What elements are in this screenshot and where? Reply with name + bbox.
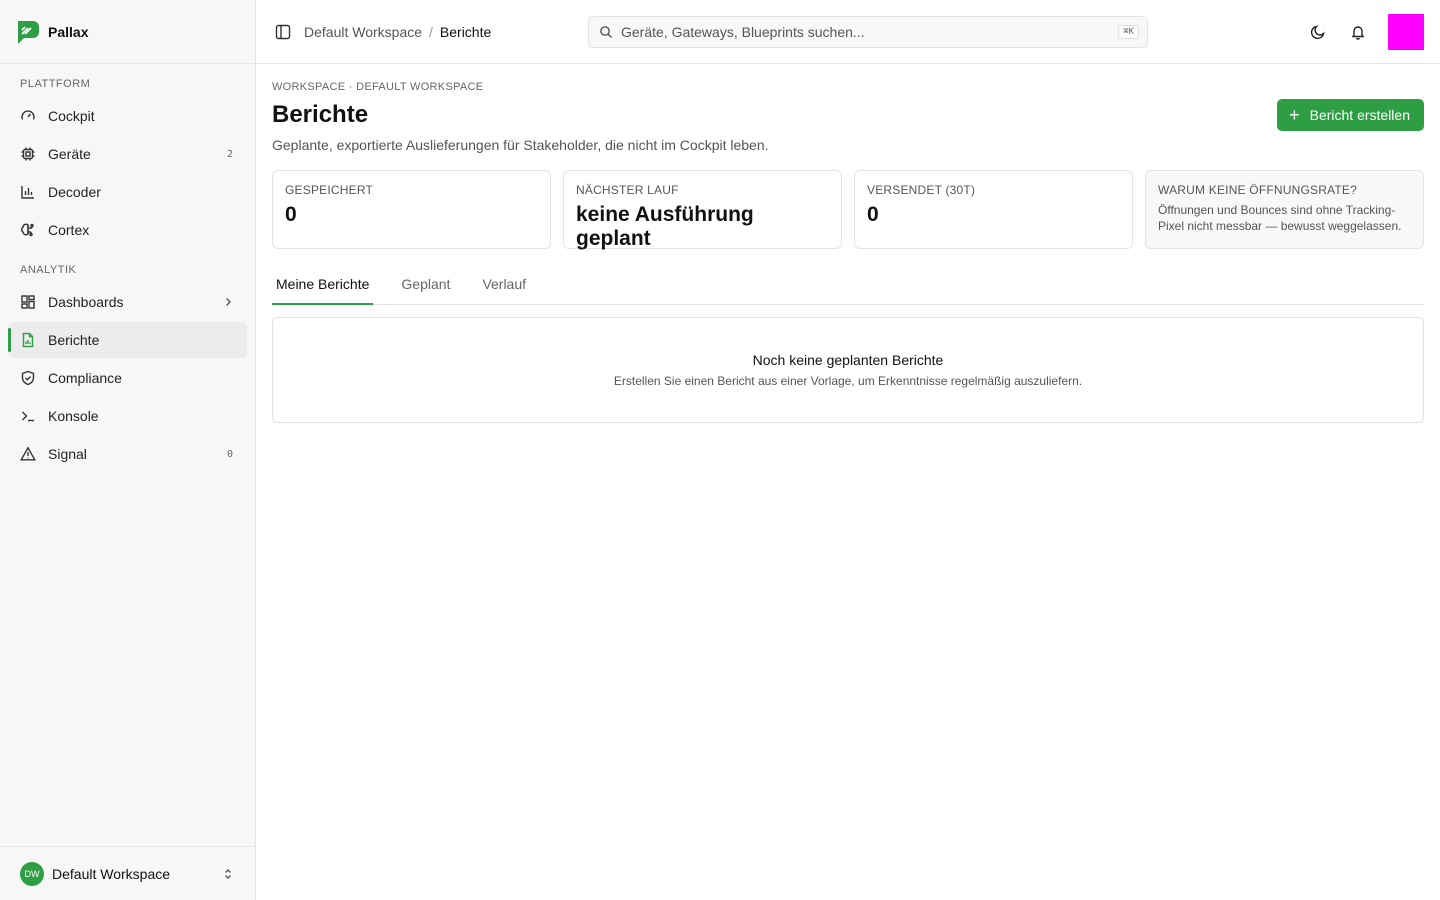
create-report-label: Bericht erstellen: [1309, 107, 1410, 123]
chip-icon: [20, 146, 36, 162]
sidebar-item-signal[interactable]: Signal 0: [8, 436, 247, 472]
breadcrumb-separator: /: [429, 23, 433, 40]
pallax-logo-icon: [14, 18, 40, 46]
sidebar-item-label: Dashboards: [48, 294, 124, 310]
theme-toggle-moon-icon[interactable]: [1302, 16, 1334, 48]
report-icon: [20, 332, 36, 348]
user-avatar[interactable]: [1388, 13, 1424, 50]
tab-verlauf[interactable]: Verlauf: [478, 270, 530, 305]
empty-state-text: Erstellen Sie einen Bericht aus einer Vo…: [613, 374, 1083, 388]
notifications-bell-icon[interactable]: [1342, 16, 1374, 48]
sidebar-item-decoder[interactable]: Decoder: [8, 174, 247, 210]
top-actions: [1294, 13, 1424, 50]
section-title: PLATTFORM: [20, 78, 91, 90]
app-name: Pallax: [48, 23, 89, 40]
page-eyebrow: WORKSPACE · DEFAULT WORKSPACE: [272, 81, 484, 93]
sidebar-item-label: Konsole: [48, 408, 99, 424]
search-input[interactable]: [621, 23, 1119, 40]
sidebar-item-dashboards[interactable]: Dashboards: [8, 284, 247, 320]
breadcrumb-current: Berichte: [439, 23, 492, 40]
nav-section-analytik: ANALYTIK Dashboards Berichte Compliance: [0, 250, 255, 472]
brain-icon: [20, 222, 36, 238]
tab-geplant[interactable]: Geplant: [397, 270, 454, 305]
sidebar-item-geraete[interactable]: Geräte 2: [8, 136, 247, 172]
stat-value: keine Ausführung geplant: [576, 203, 754, 250]
sidebar: Pallax PLATTFORM Cockpit Geräte 2 Decode…: [0, 0, 256, 900]
search-box[interactable]: ⌘K: [588, 15, 1148, 48]
sidebar-item-label: Berichte: [48, 332, 100, 348]
sidebar-item-compliance[interactable]: Compliance: [8, 360, 247, 396]
breadcrumb-workspace[interactable]: Default Workspace: [304, 24, 422, 40]
warning-icon: [20, 446, 36, 462]
chevron-right-icon[interactable]: [221, 295, 235, 309]
empty-state: Noch keine geplanten Berichte Erstellen …: [272, 317, 1424, 423]
sidebar-item-konsole[interactable]: Konsole: [8, 398, 247, 434]
stat-label: GESPEICHERT: [285, 183, 373, 197]
stat-value: 0: [867, 203, 879, 226]
search-icon: [599, 25, 613, 39]
terminal-icon: [20, 408, 36, 424]
workspace-name: Default Workspace: [52, 865, 171, 882]
tab-meine-berichte[interactable]: Meine Berichte: [272, 270, 374, 305]
info-label: WARUM KEINE ÖFFNUNGSRATE?: [1158, 183, 1358, 197]
info-text: Öffnungen und Bounces sind ohne Tracking…: [1158, 203, 1402, 233]
grid-icon: [20, 294, 36, 310]
gauge-icon: [20, 108, 36, 124]
stat-value: 0: [285, 203, 297, 226]
count-badge: 0: [226, 448, 233, 460]
sidebar-item-cortex[interactable]: Cortex: [8, 212, 247, 248]
workspace-avatar: DW: [20, 861, 44, 886]
sidebar-item-label: Compliance: [48, 370, 122, 386]
search-shortcut: ⌘K: [1118, 24, 1139, 39]
chevron-updown-icon: [221, 867, 235, 881]
sidebar-item-label: Geräte: [48, 146, 91, 162]
stat-card-sent: VERSENDET (30T) 0: [854, 170, 1133, 249]
sidebar-item-label: Cortex: [48, 222, 90, 238]
bar-chart-icon: [20, 184, 36, 200]
info-card-open-rate: WARUM KEINE ÖFFNUNGSRATE? Öffnungen und …: [1145, 170, 1424, 249]
brand[interactable]: Pallax: [0, 0, 255, 64]
stat-label: VERSENDET (30T): [867, 183, 976, 197]
empty-state-title: Noch keine geplanten Berichte: [752, 352, 944, 368]
stat-card-next-run: NÄCHSTER LAUF keine Ausführung geplant: [563, 170, 842, 250]
breadcrumb: Default Workspace / Berichte: [304, 24, 588, 40]
title-row: Berichte + Bericht erstellen: [272, 99, 1424, 131]
plus-icon: +: [1289, 105, 1300, 125]
count-badge: 2: [226, 148, 233, 160]
stat-card-saved: GESPEICHERT 0: [272, 170, 551, 249]
stat-label: NÄCHSTER LAUF: [576, 183, 679, 197]
sidebar-item-label: Cockpit: [48, 108, 95, 124]
main-content: WORKSPACE · DEFAULT WORKSPACE Berichte +…: [272, 64, 1424, 423]
sidebar-item-cockpit[interactable]: Cockpit: [8, 98, 247, 134]
sidebar-item-berichte[interactable]: Berichte: [8, 322, 247, 358]
create-report-button[interactable]: + Bericht erstellen: [1277, 99, 1424, 131]
report-tabs: Meine Berichte Geplant Verlauf: [272, 270, 1424, 305]
sidebar-item-label: Decoder: [48, 184, 101, 200]
page-title: Berichte: [272, 101, 369, 128]
sidebar-item-label: Signal: [48, 446, 87, 462]
shield-check-icon: [20, 370, 36, 386]
nav-section-plattform: PLATTFORM Cockpit Geräte 2 Decoder Corte…: [0, 64, 255, 248]
sidebar-toggle-icon[interactable]: [274, 23, 292, 41]
workspace-switcher[interactable]: DW Default Workspace: [0, 846, 255, 900]
section-title: ANALYTIK: [20, 264, 77, 276]
stats-row: GESPEICHERT 0 NÄCHSTER LAUF keine Ausfüh…: [272, 170, 1424, 250]
topbar: Default Workspace / Berichte ⌘K: [256, 0, 1440, 64]
page-subtitle: Geplante, exportierte Auslieferungen für…: [272, 137, 769, 153]
